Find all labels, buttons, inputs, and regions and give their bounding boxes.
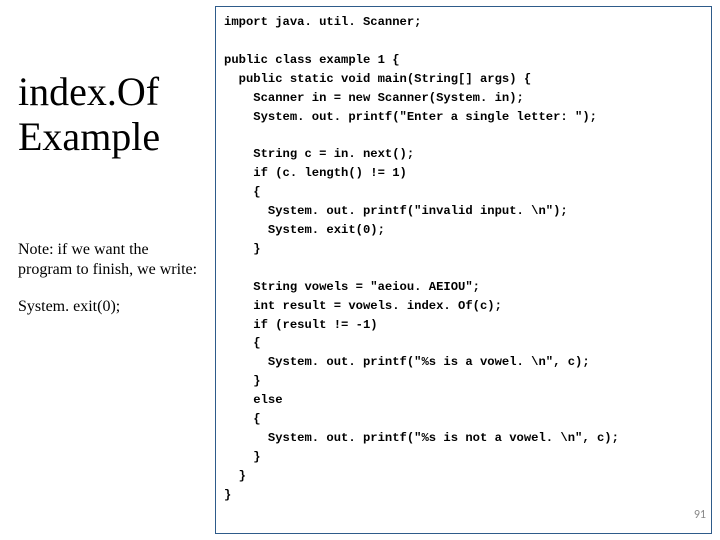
code-line: } <box>224 450 261 464</box>
code-line: import java. util. Scanner; <box>224 15 421 29</box>
note-text: Note: if we want the program to finish, … <box>18 240 205 280</box>
slide: index.Of Example Note: if we want the pr… <box>0 0 720 540</box>
code-listing: import java. util. Scanner; public class… <box>224 13 703 505</box>
code-line: if (c. length() != 1) <box>224 166 407 180</box>
code-line: int result = vowels. index. Of(c); <box>224 299 502 313</box>
left-column: index.Of Example Note: if we want the pr… <box>0 0 215 540</box>
code-line: public static void main(String[] args) { <box>224 72 531 86</box>
code-line: if (result != -1) <box>224 318 378 332</box>
code-line: { <box>224 412 261 426</box>
code-line: String vowels = "aeiou. AEIOU"; <box>224 280 480 294</box>
title-line-1: index.Of <box>18 69 159 114</box>
code-line: System. out. printf("Enter a single lett… <box>224 110 597 124</box>
code-line: } <box>224 242 261 256</box>
slide-title: index.Of Example <box>18 70 205 160</box>
code-line: System. out. printf("%s is not a vowel. … <box>224 431 619 445</box>
code-line: Scanner in = new Scanner(System. in); <box>224 91 524 105</box>
code-line: else <box>224 393 283 407</box>
code-line: } <box>224 469 246 483</box>
code-line: } <box>224 374 261 388</box>
code-line: { <box>224 336 261 350</box>
code-line: System. out. printf("invalid input. \n")… <box>224 204 568 218</box>
right-column: import java. util. Scanner; public class… <box>215 0 720 540</box>
code-line: public class example 1 { <box>224 53 400 67</box>
code-box: import java. util. Scanner; public class… <box>215 6 712 534</box>
code-line: { <box>224 185 261 199</box>
code-line: } <box>224 488 231 502</box>
note-code: System. exit(0); <box>18 298 205 316</box>
code-line: String c = in. next(); <box>224 147 414 161</box>
page-number: 91 <box>694 508 706 522</box>
code-line: System. out. printf("%s is a vowel. \n",… <box>224 355 590 369</box>
title-line-2: Example <box>18 114 160 159</box>
code-line: System. exit(0); <box>224 223 385 237</box>
